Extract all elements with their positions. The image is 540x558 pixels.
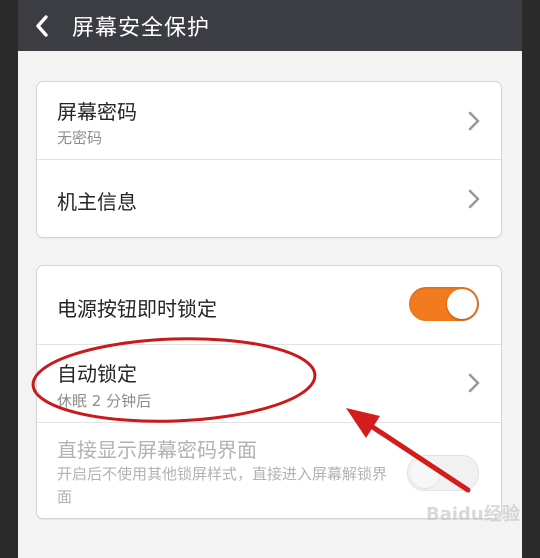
baidu-watermark: Baidu经验 [426, 504, 520, 525]
highlight-circle [31, 337, 317, 423]
annotation-overlay [31, 337, 471, 493]
red-arrow [346, 408, 471, 493]
